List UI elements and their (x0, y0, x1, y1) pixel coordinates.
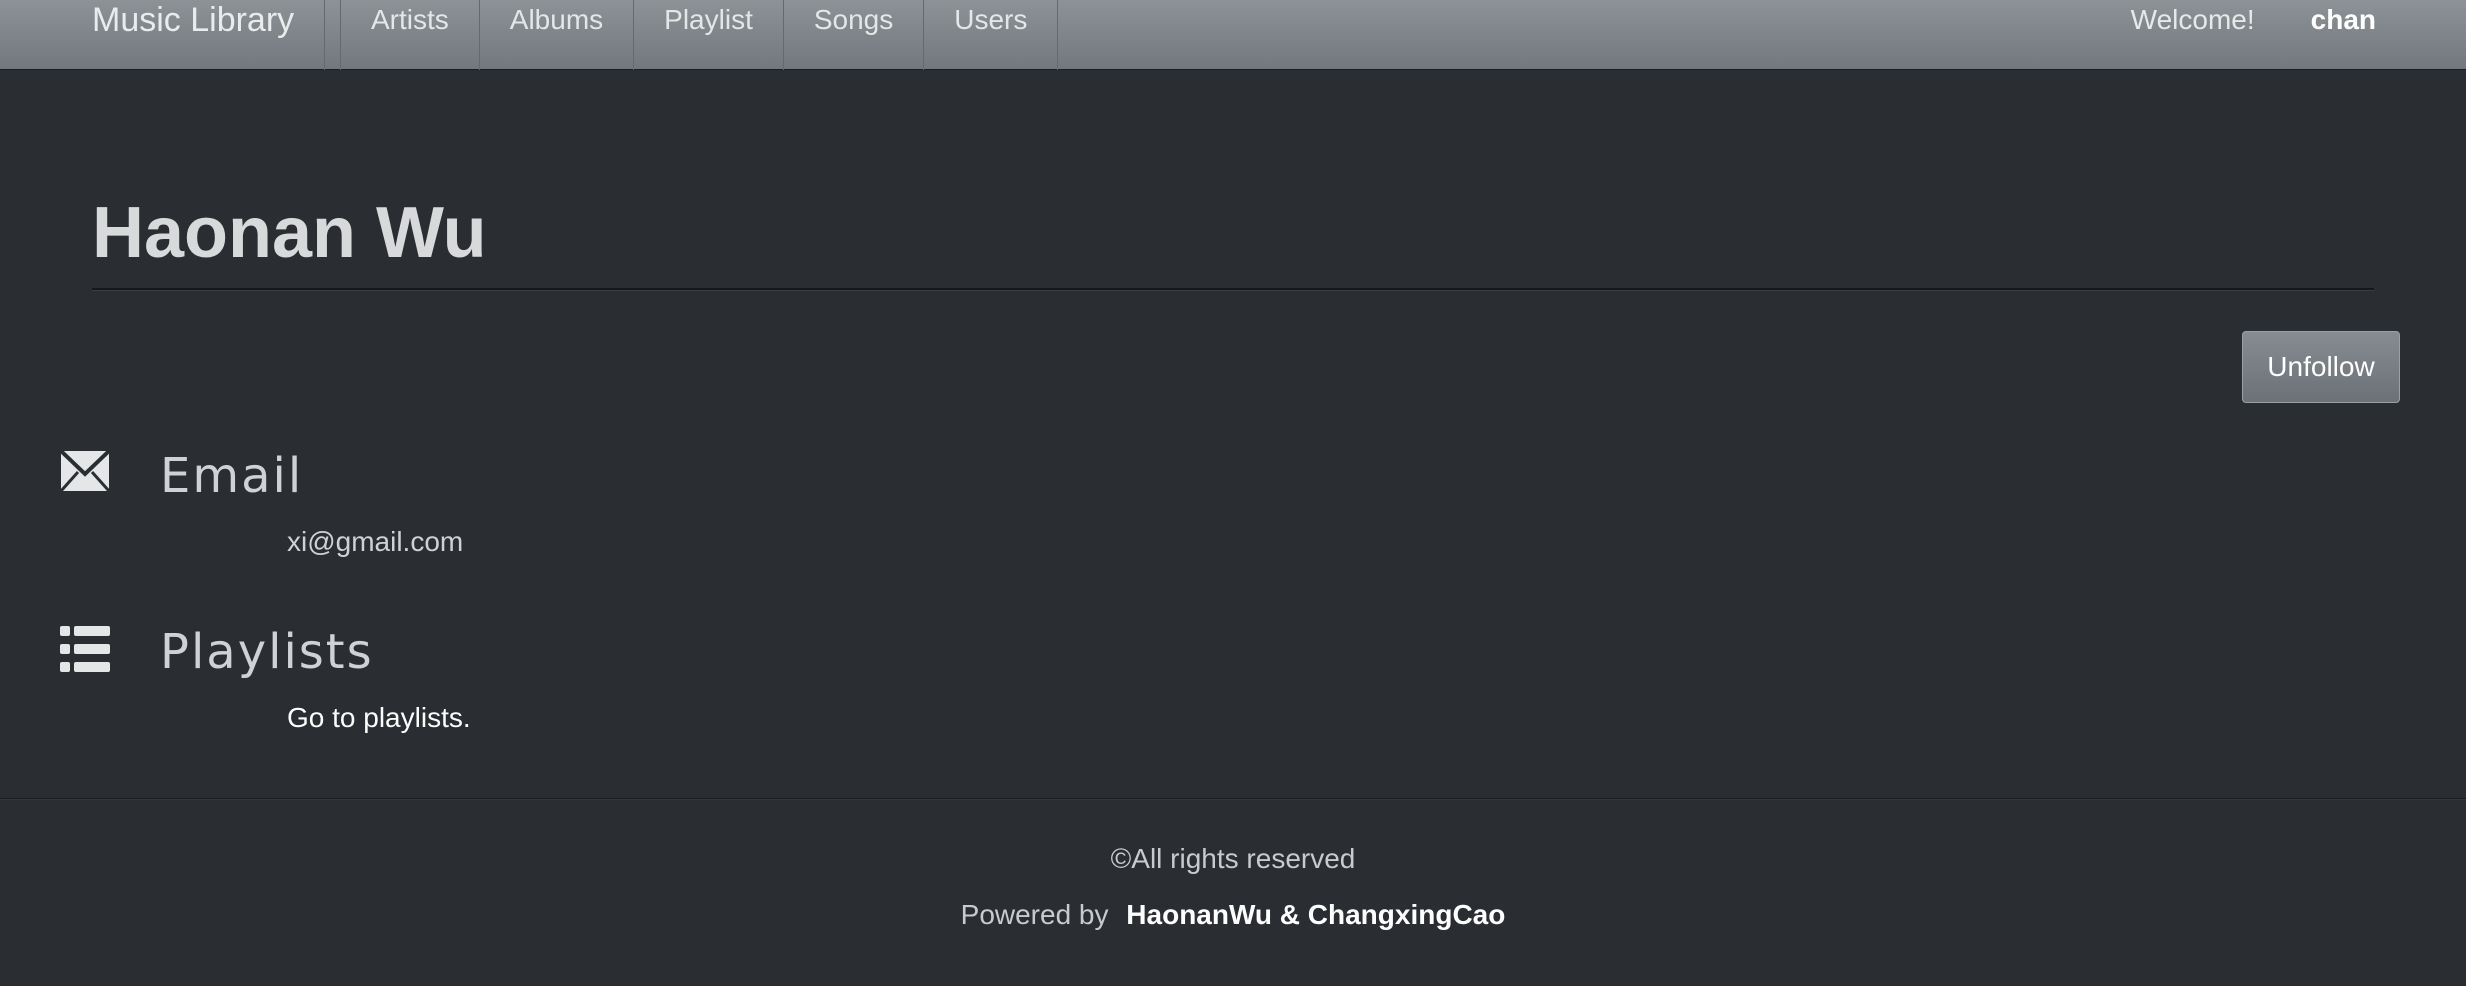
nav-item-albums[interactable]: Albums (480, 0, 635, 70)
powered-by-label: Powered by (960, 899, 1109, 930)
welcome-text: Welcome! (2130, 4, 2255, 35)
unfollow-button[interactable]: Unfollow (2242, 331, 2400, 403)
nav-item-users[interactable]: Users (924, 0, 1059, 70)
copyright-text: ©All rights reserved (1110, 843, 1356, 874)
go-to-playlists-link[interactable]: Go to playlists. (287, 702, 471, 734)
user-area: Welcome! chan (2131, 0, 2376, 40)
title-divider (92, 288, 2374, 291)
authors-text: HaonanWu & ChangxingCao (1126, 899, 1506, 930)
footer-divider (0, 798, 2466, 800)
nav-item-artists[interactable]: Artists (340, 0, 480, 70)
powered-by: Powered by HaonanWu & ChangxingCao (0, 899, 2466, 931)
nav-item-playlist[interactable]: Playlist (634, 0, 784, 70)
list-icon (60, 626, 110, 672)
page-title: Haonan Wu (92, 193, 487, 273)
top-navbar: Music Library Artists Albums Playlist So… (0, 0, 2466, 70)
username-link[interactable]: chan (2311, 0, 2376, 40)
nav-menu: Artists Albums Playlist Songs Users (340, 0, 1059, 70)
email-heading: Email (160, 448, 304, 504)
playlists-heading: Playlists (160, 624, 374, 680)
nav-item-songs[interactable]: Songs (784, 0, 925, 70)
email-value: xi@gmail.com (287, 526, 464, 557)
brand-link[interactable]: Music Library (92, 0, 326, 70)
envelope-icon (59, 449, 111, 494)
